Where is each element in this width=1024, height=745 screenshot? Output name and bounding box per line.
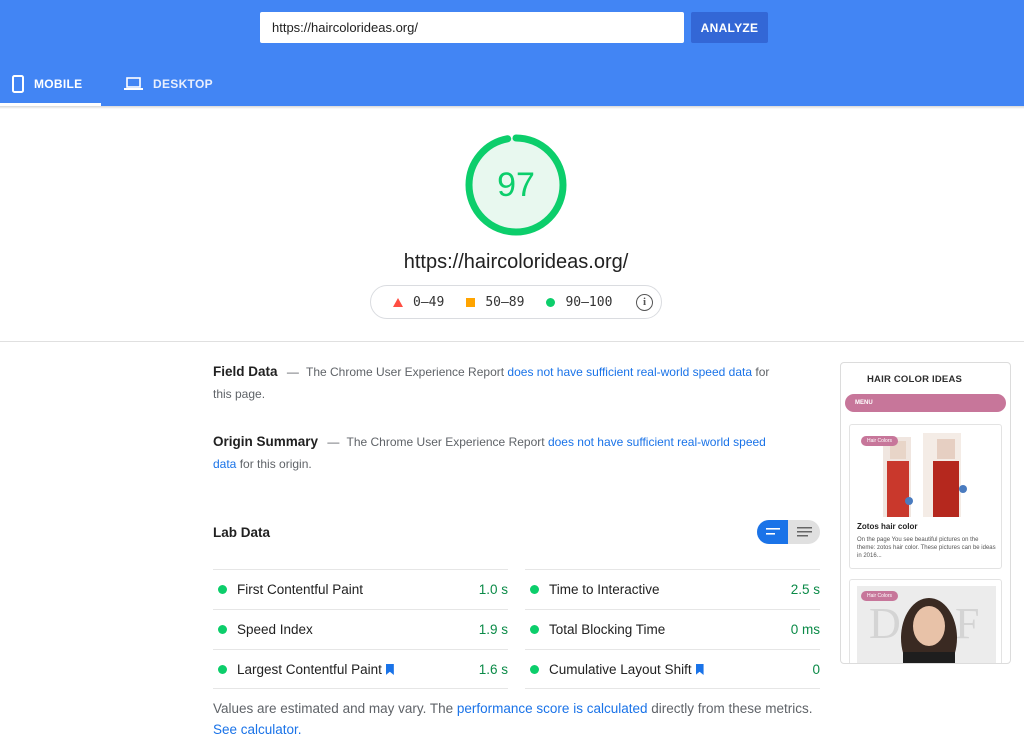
summary-view-button[interactable] xyxy=(757,520,788,544)
pass-dot-icon xyxy=(218,665,227,674)
metric-value: 1.6 s xyxy=(478,662,508,677)
metric-cumulative-layout-shift: Cumulative Layout Shift 0 xyxy=(525,649,820,689)
svg-text:D: D xyxy=(869,599,901,648)
legend-range-average: 50–89 xyxy=(485,294,525,310)
page-screenshot-preview: HAIR COLOR IDEAS MENU Hair Colors Zotos … xyxy=(840,362,1011,664)
orange-square-icon xyxy=(466,297,476,307)
metric-first-contentful-paint: First Contentful Paint 1.0 s xyxy=(213,569,508,609)
performance-score-link[interactable]: performance score is calculated xyxy=(457,701,648,716)
bookmark-icon xyxy=(695,664,704,675)
tab-desktop[interactable]: DESKTOP xyxy=(114,62,224,106)
metric-largest-contentful-paint: Largest Contentful Paint 1.6 s xyxy=(213,649,508,689)
metric-value: 0 xyxy=(812,662,820,677)
tab-desktop-label: DESKTOP xyxy=(153,77,213,91)
origin-summary-heading: Origin Summary xyxy=(213,434,319,449)
pass-dot-icon xyxy=(530,585,539,594)
origin-summary-text-after: for this origin. xyxy=(239,457,312,471)
long-lines-icon xyxy=(796,527,812,537)
preview-card: Hair Colors Zotos hair color On the page… xyxy=(849,424,1002,569)
metrics-view-toggle[interactable] xyxy=(757,520,820,544)
divider xyxy=(0,341,1024,342)
preview-card-title: Zotos hair color xyxy=(857,522,918,531)
metric-time-to-interactive: Time to Interactive 2.5 s xyxy=(525,569,820,609)
tab-mobile[interactable]: MOBILE xyxy=(0,62,101,106)
preview-card-tag: Hair Colors xyxy=(861,591,899,601)
lab-data-note: Values are estimated and may vary. The p… xyxy=(213,698,813,740)
analyzed-url: https://haircolorideas.org/ xyxy=(403,251,629,273)
metric-name: Cumulative Layout Shift xyxy=(549,662,692,677)
metric-name: Speed Index xyxy=(237,622,313,637)
header-shadow xyxy=(0,106,1024,109)
phone-icon xyxy=(12,75,24,93)
metric-value: 0 ms xyxy=(790,622,820,637)
green-circle-icon xyxy=(546,297,556,307)
description-view-button[interactable] xyxy=(788,520,820,544)
pass-dot-icon xyxy=(218,625,227,634)
origin-summary-text: The Chrome User Experience Report xyxy=(346,435,545,449)
field-data-text: The Chrome User Experience Report xyxy=(305,365,505,379)
field-data-link[interactable]: does not have sufficient real-world spee… xyxy=(507,365,752,379)
pass-dot-icon xyxy=(218,585,227,594)
see-calculator-link[interactable]: See calculator. xyxy=(213,722,302,737)
analyze-button[interactable]: ANALYZE xyxy=(691,12,768,43)
red-triangle-icon xyxy=(393,297,403,307)
metrics-bottom-border xyxy=(213,688,820,689)
preview-card-tag: Hair Colors xyxy=(861,436,899,446)
metric-speed-index: Speed Index 1.9 s xyxy=(213,609,508,649)
top-bar: ANALYZE MOBILE DESKTOP xyxy=(0,0,1024,106)
short-lines-icon xyxy=(765,528,780,535)
tab-mobile-label: MOBILE xyxy=(34,77,83,91)
svg-text:F: F xyxy=(955,599,979,648)
legend-item-pass: 90–100 xyxy=(546,295,612,310)
metric-name: Largest Contentful Paint xyxy=(237,662,382,677)
metric-value: 1.9 s xyxy=(478,622,508,637)
metric-value: 2.5 s xyxy=(790,582,820,597)
note-text: Values are estimated and may vary. The xyxy=(213,701,454,716)
info-icon[interactable]: i xyxy=(636,294,653,311)
preview-card: D F Hair Colors xyxy=(849,579,1002,663)
note-text-middle: directly from these metrics. xyxy=(651,701,813,716)
performance-score: 97 xyxy=(497,165,535,204)
score-legend: 0–49 50–89 90–100 i xyxy=(370,285,662,319)
metric-name: First Contentful Paint xyxy=(237,582,364,597)
url-input[interactable] xyxy=(260,12,684,43)
field-data-section: Field Data — The Chrome User Experience … xyxy=(213,361,773,405)
origin-summary-dash: — xyxy=(327,435,340,449)
origin-summary-section: Origin Summary — The Chrome User Experie… xyxy=(213,431,773,475)
legend-range-pass: 90–100 xyxy=(565,294,613,310)
metric-name: Total Blocking Time xyxy=(549,622,666,637)
bookmark-icon xyxy=(385,664,394,675)
metric-total-blocking-time: Total Blocking Time 0 ms xyxy=(525,609,820,649)
pass-dot-icon xyxy=(530,665,539,674)
field-data-heading: Field Data xyxy=(213,364,278,379)
legend-item-average: 50–89 xyxy=(466,295,524,310)
legend-range-fail: 0–49 xyxy=(413,294,445,310)
preview-menu-bar: MENU xyxy=(845,394,1006,412)
field-data-dash: — xyxy=(286,365,299,379)
metric-name: Time to Interactive xyxy=(549,582,660,597)
pass-dot-icon xyxy=(530,625,539,634)
metric-value: 1.0 s xyxy=(478,582,508,597)
lab-data-heading: Lab Data xyxy=(213,525,271,540)
legend-item-fail: 0–49 xyxy=(393,295,444,310)
preview-site-logo: HAIR COLOR IDEAS xyxy=(867,374,963,385)
laptop-icon xyxy=(124,77,143,91)
preview-card-text: On the page You see beautiful pictures o… xyxy=(857,537,996,559)
